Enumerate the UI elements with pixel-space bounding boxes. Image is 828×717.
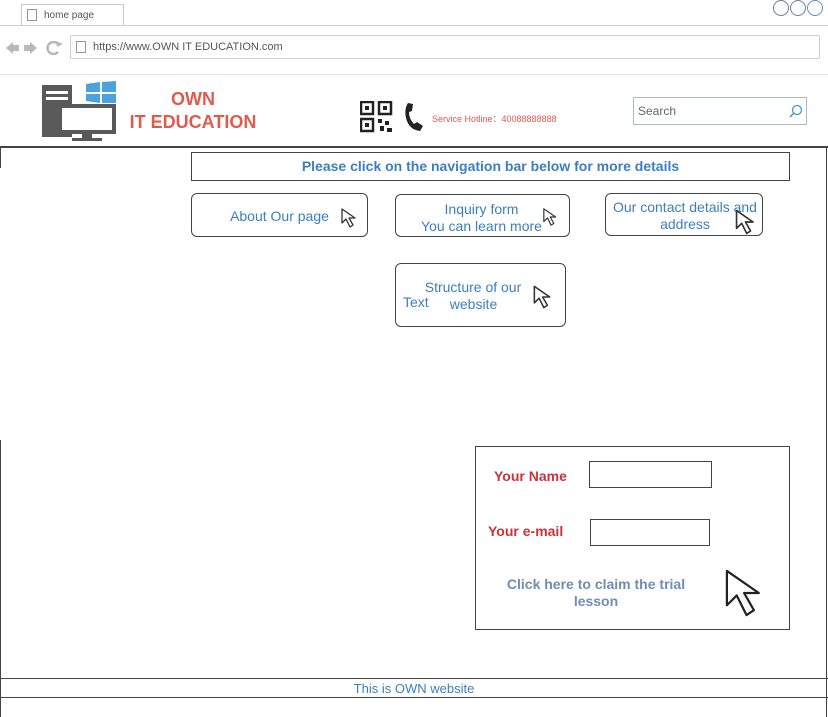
page-border-left-lower (0, 440, 1, 717)
trial-lesson-form: Your Name Your e-mail Click here to clai… (475, 446, 790, 630)
cursor-icon (735, 209, 754, 235)
cursor-icon (543, 208, 557, 226)
refresh-icon[interactable] (46, 40, 63, 56)
browser-tab[interactable]: home page (21, 4, 124, 26)
logo-text: OWN IT EDUCATION (123, 88, 263, 134)
page-icon (76, 41, 86, 53)
tab-title: home page (44, 10, 95, 21)
large-cursor-icon (725, 569, 760, 617)
about-page-button[interactable]: About Our page (191, 193, 368, 237)
browser-nav-controls (6, 40, 64, 58)
website-structure-button[interactable]: Structure of our Text website (395, 263, 566, 327)
qr-code-icon (359, 100, 393, 138)
back-arrow-icon[interactable] (6, 42, 19, 54)
header-divider (0, 146, 828, 148)
page-border-right (826, 146, 827, 717)
claim-label-2: lesson (573, 593, 619, 609)
logo-line2: IT EDUCATION (129, 112, 257, 132)
search-input[interactable]: Search (633, 97, 807, 125)
contact-details-button[interactable]: Our contact details and address (605, 193, 763, 236)
service-hotline: Service Hotline：40088888888 (432, 114, 557, 124)
logo-line1: OWN (171, 89, 215, 109)
cursor-icon (341, 208, 356, 228)
email-label: Your e-mail (488, 523, 564, 539)
window-close-button[interactable] (807, 0, 823, 16)
window-maximize-button[interactable] (790, 0, 806, 16)
cursor-icon (533, 285, 551, 309)
tab-divider (0, 25, 828, 26)
url-text: https://www.OWN IT EDUCATION.com (93, 41, 283, 53)
claim-trial-lesson-link[interactable]: Click here to claim the trial lesson (496, 576, 696, 610)
chrome-divider (0, 74, 828, 75)
search-icon[interactable] (789, 104, 803, 123)
footer-divider-top (0, 678, 828, 679)
footer-text: This is OWN website (353, 681, 475, 696)
search-placeholder: Search (638, 104, 677, 118)
phone-icon (403, 102, 425, 137)
window-minimize-button[interactable] (773, 0, 789, 16)
page-icon (27, 9, 37, 21)
forward-arrow-icon[interactable] (24, 42, 37, 54)
name-field[interactable] (589, 461, 712, 488)
name-label: Your Name (494, 468, 567, 484)
footer-divider-bottom (0, 697, 828, 698)
about-button-label: About Our page (230, 208, 329, 224)
email-field[interactable] (590, 519, 710, 546)
logo-icon (42, 81, 122, 146)
inquiry-button-label-1: Inquiry form (444, 201, 519, 217)
structure-button-label-2: website (449, 296, 498, 312)
inquiry-button-label-2: You can learn more (421, 218, 542, 234)
address-bar[interactable]: https://www.OWN IT EDUCATION.com (70, 35, 820, 59)
claim-label-1: Click here to claim the trial (506, 576, 686, 592)
navigation-hint-banner: Please click on the navigation bar below… (191, 152, 790, 181)
inquiry-form-button[interactable]: Inquiry form You can learn more (395, 194, 570, 237)
page-border-left (0, 146, 1, 168)
